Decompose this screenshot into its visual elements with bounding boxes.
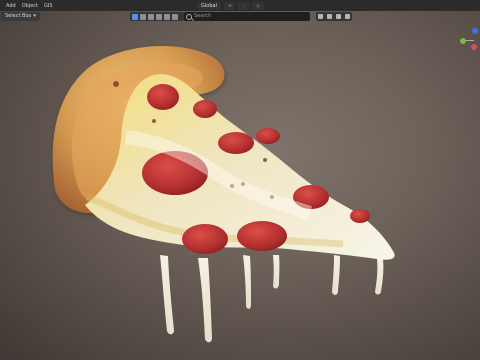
selection-mode-label: Select Box <box>5 13 32 19</box>
axis-gizmo-y-icon[interactable] <box>460 38 466 44</box>
selection-mode-dropdown[interactable]: Select Box ▾ <box>1 12 40 21</box>
search-input[interactable]: Search <box>184 12 310 21</box>
funnel-icon[interactable] <box>336 14 341 19</box>
global-dropdown[interactable]: Global <box>197 1 221 10</box>
filter-icon[interactable] <box>318 14 323 19</box>
view-icon[interactable] <box>132 13 138 20</box>
left-tool-strip <box>130 12 184 21</box>
top-transform-controls: Global ⟲ ∷ ◎ <box>197 1 264 10</box>
move-icon[interactable] <box>156 13 162 20</box>
global-label: Global <box>201 2 217 9</box>
axis-gizmo-x-icon[interactable] <box>472 28 478 34</box>
menu-item-add[interactable]: Add <box>6 3 16 9</box>
right-tool-strip <box>316 12 352 21</box>
menu-item-object[interactable]: Object <box>22 3 38 9</box>
dropdown-icon[interactable] <box>345 14 350 19</box>
snap-dropdown[interactable]: ∷ <box>238 1 250 10</box>
proportional-toggle[interactable]: ◎ <box>252 1 264 10</box>
layers-icon[interactable] <box>327 14 332 19</box>
proportional-icon: ◎ <box>256 2 260 8</box>
pivot-dropdown[interactable]: ⟲ <box>223 1 236 10</box>
axis-gizmo-icon <box>466 40 474 41</box>
axis-gizmo-z-icon[interactable] <box>471 44 477 50</box>
rotate-icon[interactable] <box>164 13 170 20</box>
select-icon[interactable] <box>140 13 146 20</box>
search-icon <box>186 14 192 20</box>
snap-icon: ∷ <box>242 2 246 8</box>
menu-item-gis[interactable]: GIS <box>44 3 53 9</box>
pivot-icon: ⟲ <box>227 2 232 8</box>
chevron-down-icon: ▾ <box>33 13 36 19</box>
cursor-icon[interactable] <box>148 13 154 20</box>
scale-icon[interactable] <box>172 13 178 20</box>
3d-viewport[interactable] <box>0 0 480 360</box>
